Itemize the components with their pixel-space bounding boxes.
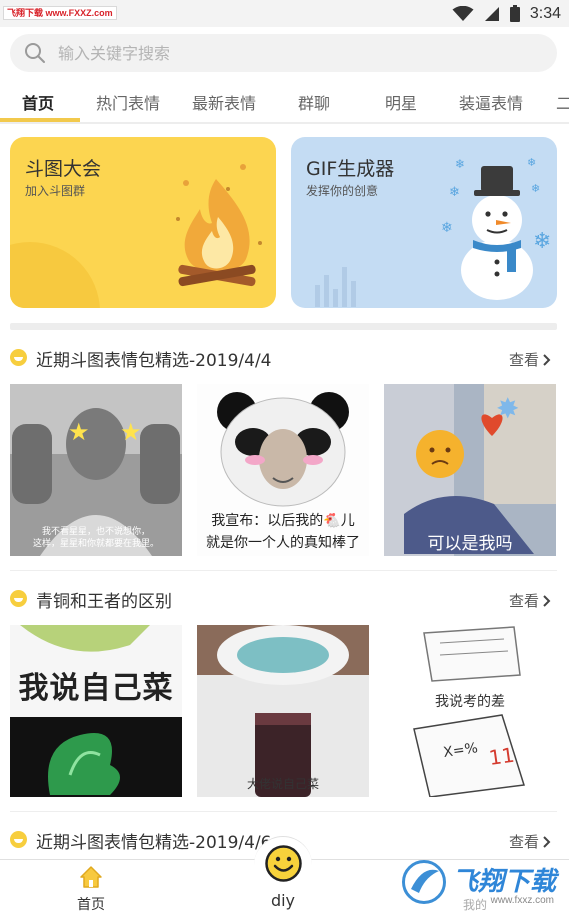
banner-subtitle: 发挥你的创意 bbox=[306, 184, 379, 198]
tab-active-indicator bbox=[0, 118, 80, 122]
section-header: 近期斗图表情包精选-2019/4/4 查看 bbox=[10, 344, 557, 374]
watermark-logo-icon bbox=[402, 860, 446, 904]
caption-line-1: 我说自己菜 bbox=[18, 671, 174, 706]
watermark-url: www.fxxz.com bbox=[490, 895, 554, 906]
svg-text:★: ★ bbox=[120, 418, 142, 446]
banner-decor-circle bbox=[10, 242, 100, 308]
meme-caption: 大佬说自己菜 bbox=[197, 775, 369, 792]
caption-line-1: 我宣布：以后我的🐔儿 bbox=[211, 513, 355, 529]
meme-thumb[interactable]: ★ ★ 我不看星星，也不说想你， 这样，星星和你就都要在我里。 bbox=[10, 384, 182, 556]
view-more-label: 查看 bbox=[508, 351, 539, 369]
svg-text:❄: ❄ bbox=[533, 229, 551, 254]
tab-latest[interactable]: 最新表情 bbox=[192, 90, 256, 114]
meme-caption: 我说考的差 bbox=[384, 691, 556, 711]
caption-line-2: 就是你一个人的真知棒了 bbox=[206, 535, 360, 551]
meme-caption: 我不看星星，也不说想你， 这样，星星和你就都要在我里。 bbox=[10, 526, 182, 550]
section-title: 青铜和王者的区别 bbox=[36, 592, 172, 612]
search-icon bbox=[25, 43, 45, 63]
tab-group-chat[interactable]: 群聊 bbox=[298, 90, 330, 114]
view-more-link[interactable]: 查看 bbox=[509, 590, 551, 611]
snowman-icon: ❄ ❄ ❄ ❄ ❄ ❄ bbox=[441, 156, 551, 300]
section-title: 近期斗图表情包精选-2019/4/6 bbox=[36, 833, 272, 853]
meme-caption: 可以是我吗 bbox=[384, 529, 556, 554]
nav-home-label: 首页 bbox=[77, 897, 105, 913]
view-more-label: 查看 bbox=[508, 833, 539, 851]
watermark-brand: 飞翔下载 bbox=[452, 867, 557, 897]
section-title: 近期斗图表情包精选-2019/4/4 bbox=[36, 351, 272, 371]
view-more-link[interactable]: 查看 bbox=[509, 349, 551, 370]
svg-text:❄: ❄ bbox=[531, 182, 540, 195]
section-header: 青铜和王者的区别 查看 bbox=[10, 585, 557, 615]
section-divider bbox=[10, 811, 557, 812]
banner-title: GIF生成器 bbox=[306, 158, 395, 180]
chevron-right-icon bbox=[543, 594, 551, 607]
caption-line-1: 我不看星星，也不说想你， bbox=[41, 527, 150, 537]
tab-show-off[interactable]: 装逼表情 bbox=[459, 90, 523, 114]
tab-stars[interactable]: 明星 bbox=[385, 90, 417, 114]
tab-home[interactable]: 首页 bbox=[22, 90, 54, 114]
svg-text:❄: ❄ bbox=[449, 185, 460, 200]
status-time: 3:34 bbox=[529, 4, 561, 22]
banner-subtitle: 加入斗图群 bbox=[25, 184, 86, 198]
tab-hot[interactable]: 热门表情 bbox=[96, 90, 160, 114]
watermark-top: 飞翔下载 www.FXXZ.com bbox=[3, 6, 117, 20]
watermark-bottom: 飞翔下载 www.fxxz.com bbox=[402, 858, 558, 906]
caption-line-2: 这样，星星和你就都要在我里。 bbox=[32, 539, 159, 549]
campfire-icon bbox=[176, 164, 262, 287]
home-icon bbox=[80, 866, 102, 888]
smile-emoji-icon bbox=[10, 349, 27, 366]
nav-home[interactable]: 首页 bbox=[66, 860, 116, 915]
caption-line-1: 可以是我吗 bbox=[427, 534, 513, 554]
svg-text:11: 11 bbox=[487, 743, 516, 770]
banner-title: 斗图大会 bbox=[25, 158, 102, 180]
meme-thumb[interactable]: 我宣布：以后我的🐔儿 就是你一个人的真知棒了 bbox=[197, 384, 369, 556]
meme-image: X=% 11 bbox=[384, 625, 556, 797]
meme-thumb[interactable]: X=% 11 我说考的差 bbox=[384, 625, 556, 797]
battery-icon bbox=[509, 5, 520, 22]
section-separator bbox=[10, 323, 557, 330]
chevron-right-icon bbox=[543, 353, 551, 366]
smile-emoji-icon bbox=[10, 831, 27, 848]
meme-caption: 我说自己菜 bbox=[10, 663, 182, 707]
svg-text:❄: ❄ bbox=[527, 156, 536, 169]
banner-gif-generator[interactable]: GIF生成器 发挥你的创意 ❄ ❄ ❄ ❄ ❄ ❄ bbox=[291, 137, 557, 308]
search-bar[interactable] bbox=[10, 34, 557, 72]
meme-image bbox=[10, 625, 182, 797]
smiley-face-icon[interactable] bbox=[265, 845, 302, 882]
tab-overflow[interactable]: 二 bbox=[556, 90, 569, 114]
sound-bars-icon bbox=[315, 267, 356, 307]
status-bar: 飞翔下载 www.FXXZ.com 3:34 bbox=[0, 0, 569, 27]
meme-thumb[interactable]: ✸ 可以是我吗 bbox=[384, 384, 556, 556]
meme-caption: 我宣布：以后我的🐔儿 就是你一个人的真知棒了 bbox=[197, 510, 369, 554]
signal-icon bbox=[484, 6, 499, 21]
chevron-right-icon bbox=[543, 835, 551, 848]
svg-text:❄: ❄ bbox=[455, 157, 465, 171]
status-icons: 3:34 bbox=[452, 3, 561, 24]
svg-text:★: ★ bbox=[68, 418, 90, 446]
caption-line-1: 我说考的差 bbox=[435, 694, 505, 710]
svg-text:❄: ❄ bbox=[441, 220, 453, 236]
search-input[interactable] bbox=[58, 43, 498, 63]
wifi-icon bbox=[452, 5, 474, 21]
banner-doutu[interactable]: 斗图大会 加入斗图群 bbox=[10, 137, 276, 308]
meme-thumb[interactable]: 我说自己菜 bbox=[10, 625, 182, 797]
svg-text:✸: ✸ bbox=[496, 392, 519, 425]
category-tabs: 首页 热门表情 最新表情 群聊 明星 装逼表情 二 bbox=[0, 80, 569, 124]
smile-emoji-icon bbox=[10, 590, 27, 607]
caption-line-1: 大佬说自己菜 bbox=[246, 777, 319, 791]
section-divider bbox=[10, 570, 557, 571]
view-more-label: 查看 bbox=[508, 592, 539, 610]
meme-image bbox=[197, 625, 369, 797]
meme-thumb[interactable]: 大佬说自己菜 bbox=[197, 625, 369, 797]
view-more-link[interactable]: 查看 bbox=[509, 831, 551, 852]
